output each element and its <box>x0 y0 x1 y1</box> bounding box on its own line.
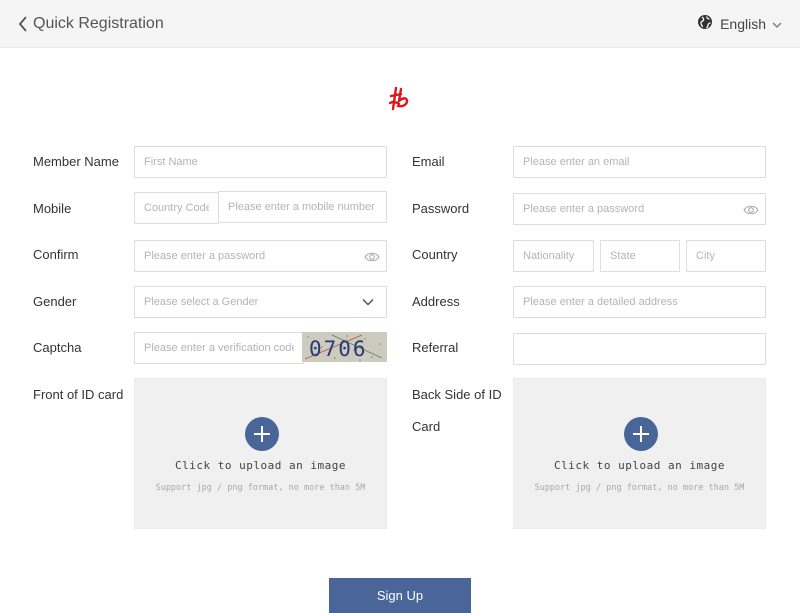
nationality-input[interactable] <box>513 240 594 272</box>
chevron-left-icon <box>18 16 28 32</box>
referral-label: Referral <box>412 340 459 355</box>
first-name-input[interactable] <box>134 146 387 178</box>
plus-icon <box>624 417 658 451</box>
language-label: English <box>720 16 766 32</box>
state-input[interactable] <box>600 240 680 272</box>
gender-select[interactable]: Please select a Gender <box>134 286 387 318</box>
language-selector[interactable]: English <box>697 13 782 35</box>
country-label: Country <box>412 247 458 262</box>
address-input[interactable] <box>513 286 766 318</box>
back-id-label-line1: Back Side of ID <box>412 387 502 402</box>
top-bar: Quick Registration English <box>0 0 800 48</box>
captcha-input[interactable] <box>134 332 304 364</box>
upload-hint: Support jpg / png format, no more than 5… <box>155 483 366 493</box>
eye-icon[interactable] <box>743 203 759 215</box>
chevron-down-icon <box>772 15 782 33</box>
upload-hint: Support jpg / png format, no more than 5… <box>534 483 745 493</box>
sign-up-button[interactable]: Sign Up <box>329 578 471 613</box>
member-name-label: Member Name <box>33 154 119 169</box>
back-id-label-line2: Card <box>412 419 441 434</box>
captcha-code: 0706 <box>309 337 368 361</box>
confirm-label: Confirm <box>33 247 79 262</box>
globe-icon <box>697 14 713 35</box>
eye-icon[interactable] <box>364 250 380 262</box>
referral-input[interactable] <box>513 333 766 365</box>
password-label: Password <box>412 201 470 216</box>
email-label: Email <box>412 154 445 169</box>
front-id-label: Front of ID card <box>33 387 124 402</box>
gender-select-placeholder: Please select a Gender <box>144 296 259 308</box>
front-id-upload[interactable]: Click to upload an image Support jpg / p… <box>134 378 387 529</box>
plus-icon <box>245 417 279 451</box>
country-code-input[interactable] <box>134 192 219 224</box>
mobile-number-input[interactable] <box>218 191 387 223</box>
brand-logo-icon <box>387 85 413 111</box>
back-id-upload[interactable]: Click to upload an image Support jpg / p… <box>513 378 766 529</box>
chevron-down-icon <box>362 297 374 309</box>
gender-label: Gender <box>33 294 77 309</box>
back-button[interactable]: Quick Registration <box>18 13 164 35</box>
mobile-label: Mobile <box>33 201 72 216</box>
email-input[interactable] <box>513 146 766 178</box>
upload-prompt: Click to upload an image <box>175 459 346 472</box>
city-input[interactable] <box>686 240 766 272</box>
upload-prompt: Click to upload an image <box>554 459 725 472</box>
address-label: Address <box>412 294 460 309</box>
password-input[interactable] <box>513 193 766 225</box>
captcha-image[interactable]: 0706 <box>302 332 387 362</box>
page-title: Quick Registration <box>33 15 164 32</box>
captcha-label: Captcha <box>33 340 82 355</box>
confirm-password-input[interactable] <box>134 240 387 272</box>
